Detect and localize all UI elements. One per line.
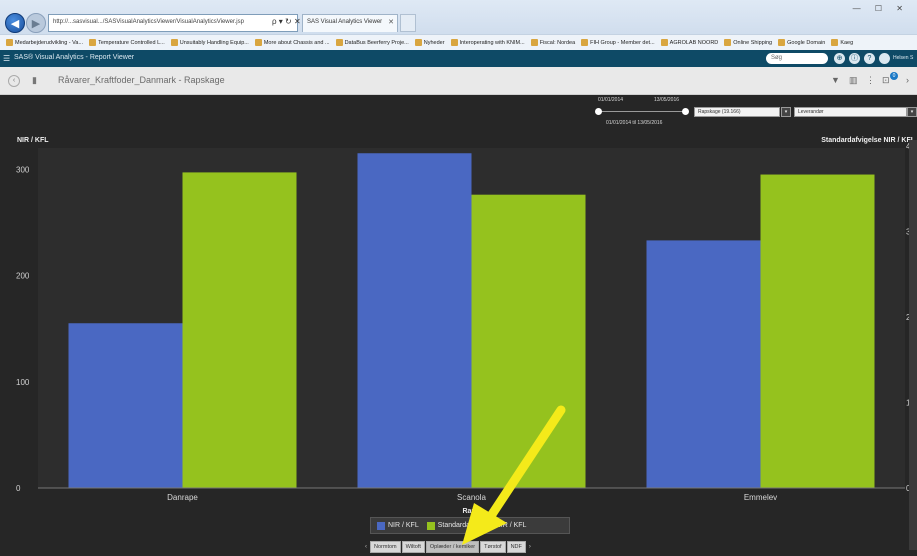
y-tick-label: 300 xyxy=(16,165,30,174)
bar-shade xyxy=(68,323,183,488)
legend-label: NIR / KFL xyxy=(388,522,419,529)
y-tick-label: 200 xyxy=(16,272,30,281)
legend-item-stdev[interactable]: Standardafvigelse NIR / KFL xyxy=(426,521,527,530)
page-tab-torstof[interactable]: Tørstof xyxy=(480,541,506,553)
chart-legend: NIR / KFL Standardafvigelse NIR / KFL xyxy=(370,517,570,534)
x-tick-label: Scanola xyxy=(457,493,486,502)
x-tick-label: Danrape xyxy=(167,493,198,502)
page-tab-wiltoft[interactable]: Wiltoft xyxy=(401,541,425,553)
prev-page-icon[interactable]: ‹ xyxy=(363,544,369,550)
bar-shade xyxy=(471,194,586,488)
legend-label: Standardafvigelse NIR / KFL xyxy=(437,522,527,529)
page-tabs: ‹ Normtom Wiltoft Oplæder / kemiker Tørs… xyxy=(363,540,533,554)
x-axis-title: Rape xyxy=(462,508,479,515)
page-tab-oplaeder[interactable]: Oplæder / kemiker xyxy=(425,541,480,553)
x-tick-label: Emmelev xyxy=(744,493,777,502)
bar-chart: 0100200300010203040DanrapeScanolaEmmelev… xyxy=(16,142,915,515)
bar-shade xyxy=(646,240,761,488)
bar-shade xyxy=(760,174,875,488)
legend-swatch xyxy=(426,521,435,530)
scrollbar[interactable] xyxy=(909,140,917,550)
screenshot-root: ◀ ▶ http://...sasvisual.../SASVisualAnal… xyxy=(0,0,917,556)
legend-item-nir[interactable]: NIR / KFL xyxy=(377,521,419,530)
bar-shade xyxy=(357,153,472,488)
page-tab-normtom[interactable]: Normtom xyxy=(370,541,401,553)
legend-swatch xyxy=(377,521,385,530)
page-tab-ndf[interactable]: NDF xyxy=(506,541,526,553)
y-tick-label: 0 xyxy=(16,484,21,493)
y-tick-label: 100 xyxy=(16,378,30,387)
next-page-icon[interactable]: › xyxy=(527,544,533,550)
bar-shade xyxy=(182,172,297,488)
